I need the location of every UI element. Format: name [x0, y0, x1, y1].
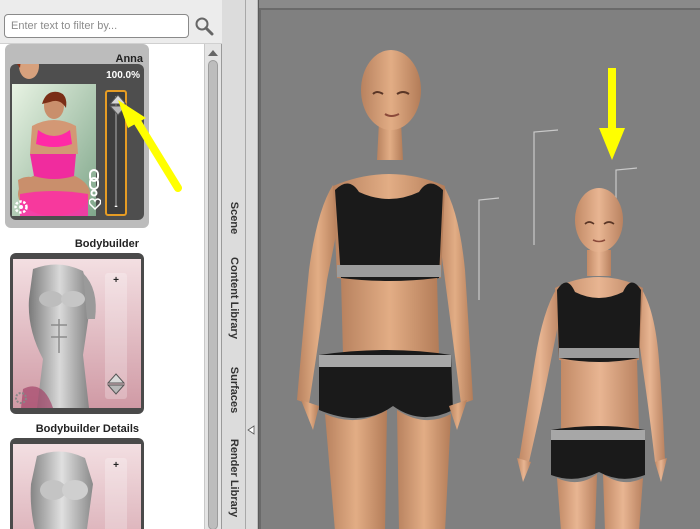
scroll-up-icon[interactable]: [205, 48, 221, 58]
scrollbar-thumb[interactable]: [208, 60, 218, 529]
morph-card-body: +: [10, 253, 144, 414]
3d-viewport[interactable]: [259, 0, 700, 529]
viewport-frame: [259, 8, 700, 529]
morph-slider[interactable]: -: [105, 90, 127, 216]
gear-icon[interactable]: [14, 391, 28, 405]
viewport-scene: [297, 50, 667, 529]
morph-card-bodybuilder[interactable]: Bodybuilder +: [5, 236, 149, 414]
search-icon[interactable]: [194, 16, 214, 36]
vertical-tab-strip: Scene Content Library Surfaces Render Li…: [222, 0, 246, 529]
heart-icon[interactable]: [89, 198, 101, 210]
morph-thumbnail[interactable]: [12, 84, 96, 216]
slider-handle[interactable]: [107, 373, 125, 395]
filter-bar: [0, 0, 222, 44]
annotation-arrow-down: [599, 68, 625, 160]
figure-anna[interactable]: [297, 50, 473, 529]
tab-label: Surfaces: [228, 366, 241, 414]
tab-scene[interactable]: Scene: [222, 180, 246, 256]
tab-label: Content Library: [228, 257, 240, 339]
character-head-icon: [17, 64, 41, 79]
collapse-arrow-icon[interactable]: [246, 425, 256, 435]
morph-name: Bodybuilder: [74, 238, 139, 250]
morph-card-bodybuilder-details[interactable]: Bodybuilder Details +: [5, 421, 149, 529]
morph-slider[interactable]: +: [105, 273, 127, 399]
figure-child[interactable]: [517, 188, 667, 529]
morph-card-body: +: [10, 438, 144, 529]
filter-input[interactable]: [4, 14, 189, 38]
scrollbar[interactable]: [204, 44, 221, 529]
tab-render-library[interactable]: Render Library: [222, 428, 246, 528]
morph-library-panel: Anna 100.0%: [0, 0, 222, 529]
tab-label: Scene: [228, 201, 241, 235]
panel-splitter[interactable]: [246, 0, 258, 529]
morph-percent: 100.0%: [106, 70, 140, 81]
slider-plus[interactable]: +: [105, 275, 127, 286]
slider-handle[interactable]: [109, 94, 127, 116]
link-icon[interactable]: [87, 168, 101, 198]
tab-label: Render Library: [228, 438, 240, 518]
morph-card-body: 100.0% -: [10, 64, 144, 220]
morph-card-anna[interactable]: Anna 100.0% -: [5, 44, 149, 228]
slider-plus[interactable]: +: [105, 460, 127, 471]
tab-content-library[interactable]: Content Library: [222, 248, 246, 348]
slider-minus[interactable]: -: [107, 201, 125, 212]
gear-icon[interactable]: [14, 200, 28, 214]
morph-name: Bodybuilder Details: [35, 423, 139, 435]
app-window: Anna 100.0%: [0, 0, 700, 529]
tab-surfaces[interactable]: Surfaces: [222, 352, 246, 428]
morph-slider[interactable]: +: [105, 458, 127, 529]
